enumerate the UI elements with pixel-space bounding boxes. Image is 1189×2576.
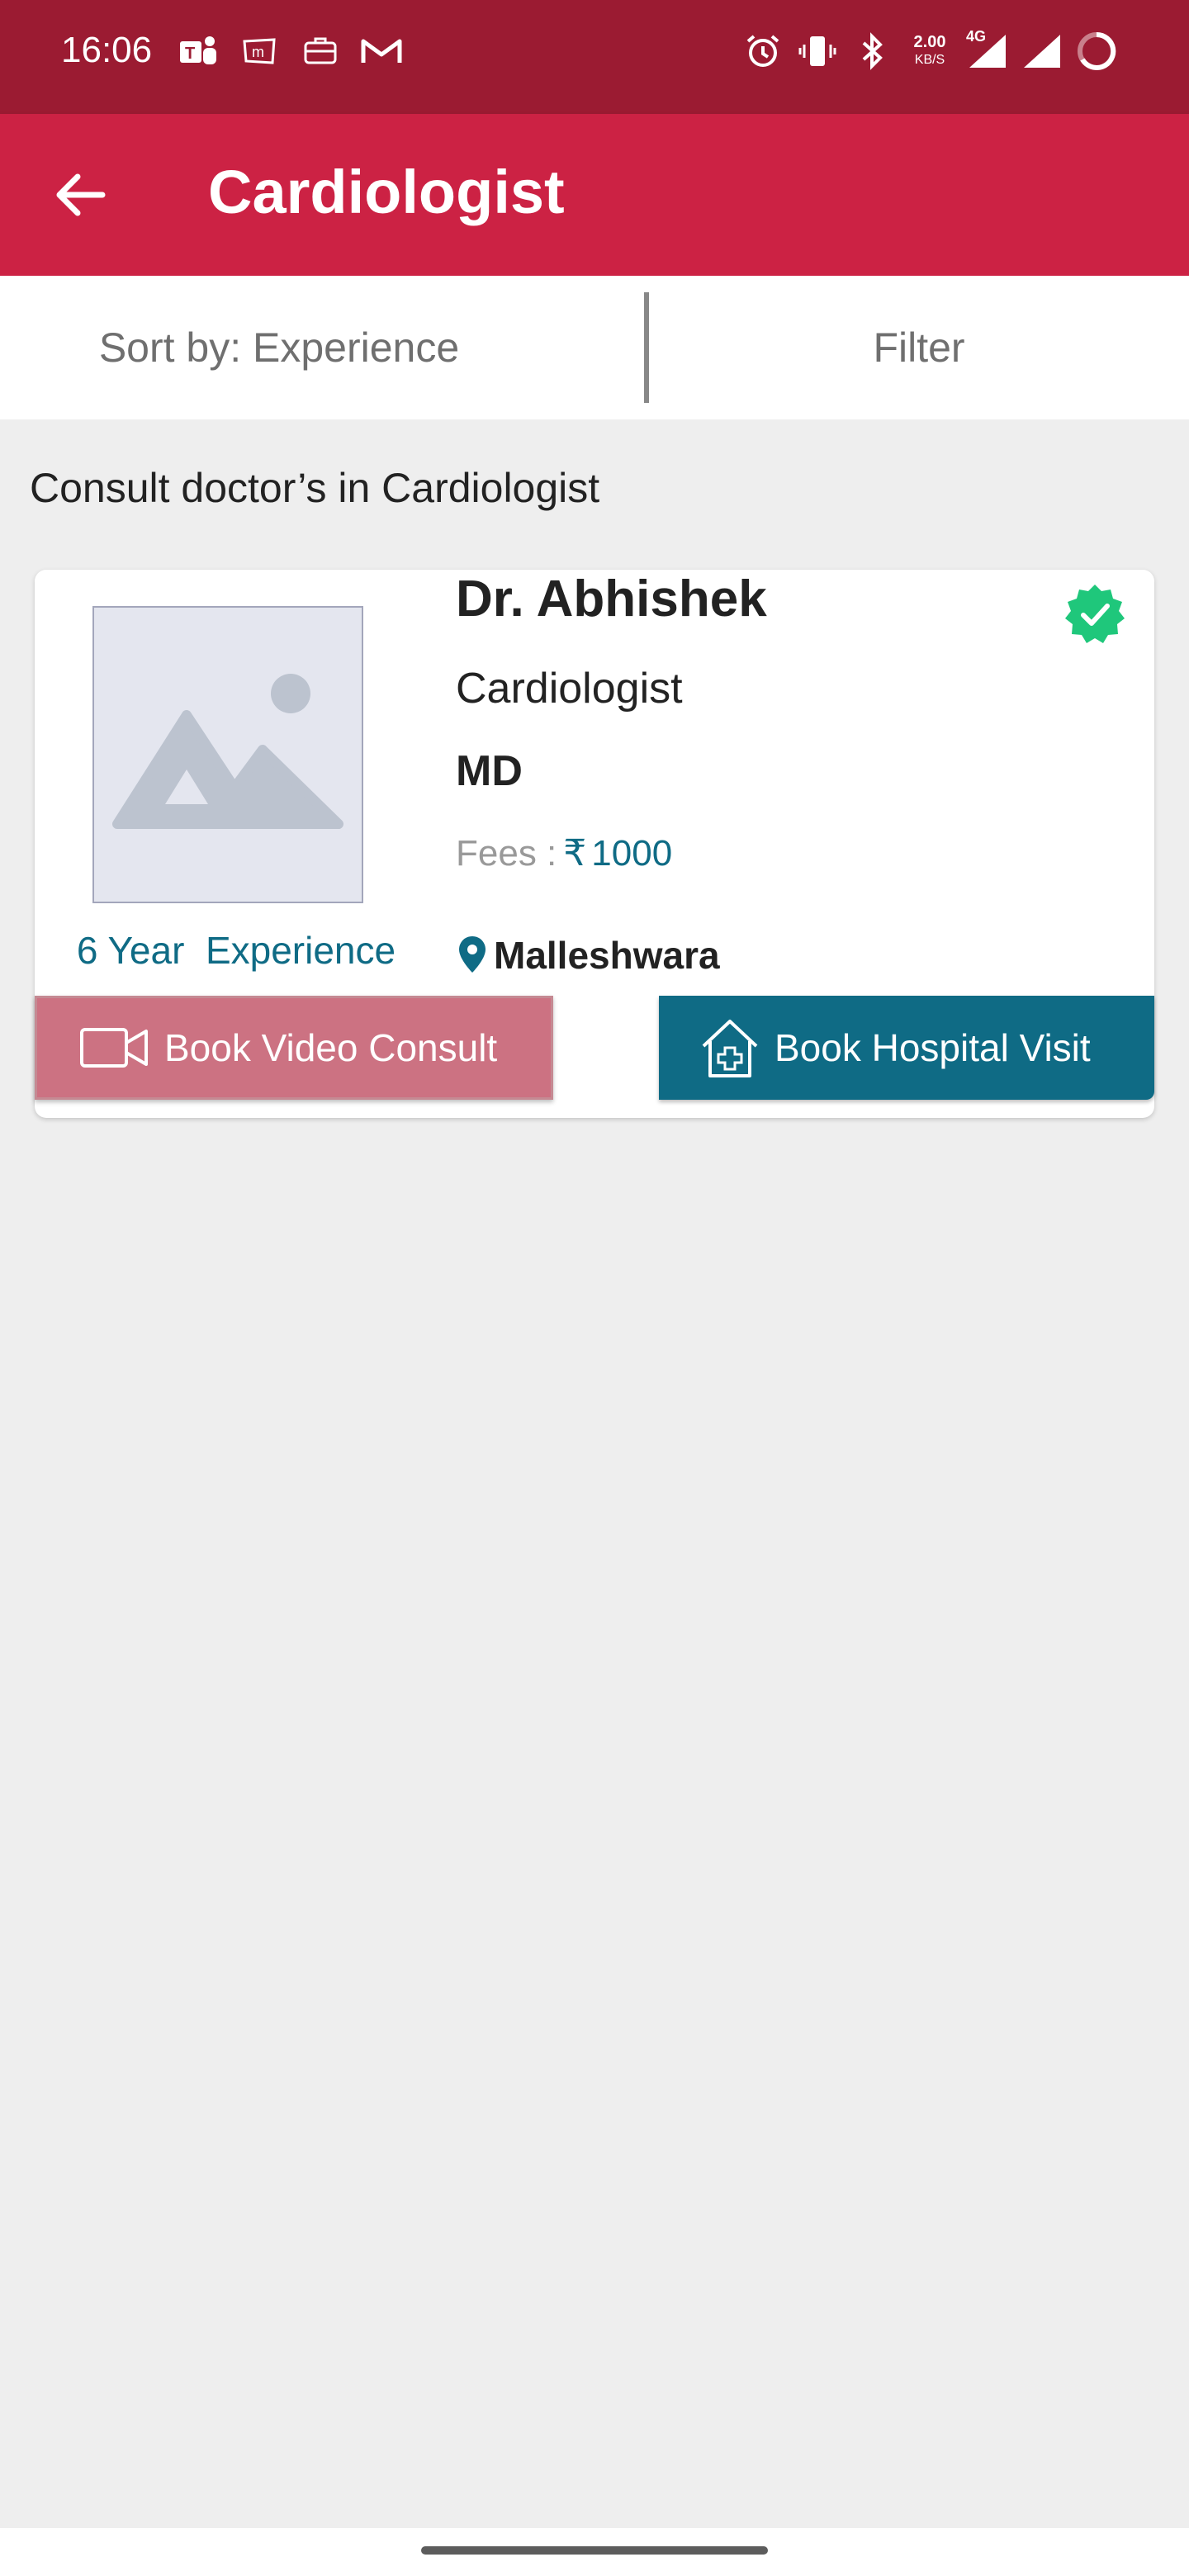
location-text: Malleshwara <box>494 934 720 977</box>
signal-icon <box>1021 28 1063 74</box>
gmail-icon <box>360 28 403 74</box>
network-speed: 2.00 KB/S <box>905 34 955 69</box>
network-type: 4G <box>966 28 987 45</box>
book-video-consult-button[interactable]: Book Video Consult <box>35 996 553 1100</box>
back-button[interactable] <box>48 162 114 228</box>
battery-ring-icon <box>1075 28 1118 74</box>
fees-label: Fees : <box>456 833 557 874</box>
signal-4g-icon: 4G <box>966 28 1009 74</box>
book-video-consult-label: Book Video Consult <box>164 1026 498 1069</box>
fees-amount: 1000 <box>591 833 673 874</box>
fees-currency: ₹ <box>563 833 587 874</box>
verified-badge-icon <box>1063 583 1126 646</box>
fees: Fees : ₹1000 <box>456 832 672 874</box>
status-bar: 16:06 T m 2.00 KB/S 4G <box>0 0 1189 114</box>
system-icons: 2.00 KB/S 4G <box>741 28 1118 74</box>
bluetooth-icon <box>850 28 893 74</box>
status-time: 16:06 <box>61 30 153 70</box>
book-hospital-visit-button[interactable]: Book Hospital Visit <box>659 996 1154 1100</box>
notification-icons: T m <box>177 28 403 74</box>
sort-filter-bar: Sort by: Experience Filter <box>0 276 1189 419</box>
image-placeholder-icon <box>112 674 343 829</box>
location-pin-icon <box>459 936 486 973</box>
home-indicator[interactable] <box>421 2546 768 2555</box>
network-speed-value: 2.00 <box>913 33 946 51</box>
teams-icon: T <box>177 28 220 74</box>
vibrate-icon <box>796 28 839 74</box>
hospital-icon <box>702 1020 758 1077</box>
network-speed-unit: KB/S <box>914 53 945 67</box>
alarm-icon <box>741 28 784 74</box>
arrow-left-icon <box>56 173 106 216</box>
doctor-name: Dr. Abhishek <box>456 571 767 627</box>
sort-button[interactable]: Sort by: Experience <box>0 276 647 419</box>
doctor-card[interactable]: 6 Year Experience Dr. Abhishek Cardiolog… <box>35 570 1154 1118</box>
page-title: Cardiologist <box>208 158 565 226</box>
location: Malleshwara <box>456 933 720 978</box>
svg-text:m: m <box>252 44 264 60</box>
video-camera-icon <box>80 1028 148 1068</box>
doctor-specialty: Cardiologist <box>456 665 683 713</box>
book-hospital-visit-label: Book Hospital Visit <box>775 1026 1091 1069</box>
doctor-degree: MD <box>456 747 523 795</box>
m-app-icon: m <box>238 28 281 74</box>
svg-text:T: T <box>185 45 195 63</box>
experience-label: 6 Year Experience <box>76 929 396 972</box>
app-bar: Cardiologist <box>0 114 1189 276</box>
filter-button[interactable]: Filter <box>649 276 1189 419</box>
briefcase-icon <box>299 28 342 74</box>
doctor-photo-placeholder <box>92 606 363 903</box>
section-title: Consult doctor’s in Cardiologist <box>30 465 600 511</box>
